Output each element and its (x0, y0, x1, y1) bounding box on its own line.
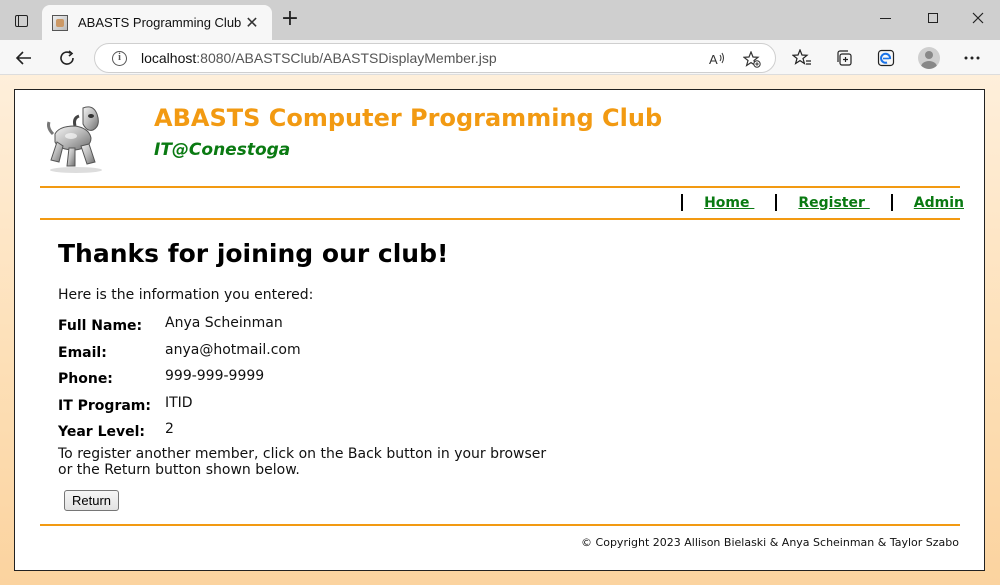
field-label: Phone: (58, 371, 113, 387)
field-full-name: Full Name: Anya Scheinman (58, 311, 578, 338)
maximize-icon (928, 13, 938, 23)
back-arrow-icon (15, 51, 31, 65)
refresh-icon (60, 50, 74, 65)
footer-divider (40, 524, 960, 526)
field-value: 2 (165, 421, 174, 437)
profile-avatar[interactable] (918, 47, 940, 69)
read-aloud-icon[interactable]: A (709, 51, 727, 70)
page-heading: Thanks for joining our club! (58, 239, 449, 268)
field-value: ITID (165, 394, 193, 411)
url-host: localhost (141, 50, 197, 66)
field-label: IT Program: (58, 397, 151, 414)
header-divider-top (40, 186, 960, 188)
edge-icon (877, 49, 895, 67)
svg-text:A: A (709, 52, 718, 67)
nav-separator (890, 194, 893, 211)
browser-tab[interactable]: ABASTS Programming Club ✕ (42, 5, 272, 40)
site-info-icon[interactable]: i (112, 50, 127, 66)
field-label: Full Name: (58, 318, 143, 334)
field-it-program: IT Program: ITID (58, 391, 578, 418)
back-button[interactable] (10, 44, 38, 72)
close-icon (972, 12, 984, 24)
minimize-button[interactable] (862, 0, 908, 36)
nav-separator (681, 194, 684, 211)
maximize-button[interactable] (910, 0, 956, 36)
field-value: 999-999-9999 (165, 368, 265, 384)
field-email: Email: anya@hotmail.com (58, 338, 578, 365)
browser-toolbar: i localhost:8080/ABASTSClub/ABASTSDispla… (0, 40, 1000, 75)
favicon-icon (52, 14, 68, 31)
more-icon (964, 56, 980, 60)
field-year-level: Year Level: 2 (58, 417, 578, 444)
club-title: ABASTS Computer Programming Club (154, 104, 663, 132)
collections-icon (837, 50, 852, 66)
instruction-text: To register another member, click on the… (58, 445, 547, 478)
new-tab-button[interactable]: + (278, 8, 302, 32)
nav-separator (775, 194, 778, 211)
field-label: Email: (58, 344, 107, 361)
main-nav: Home Register Admin (681, 194, 964, 211)
collections-button[interactable] (830, 44, 858, 72)
favorites-button[interactable] (788, 44, 816, 72)
address-bar[interactable]: i localhost:8080/ABASTSClub/ABASTSDispla… (94, 43, 776, 73)
robot-dog-logo (45, 104, 107, 174)
field-value: anya@hotmail.com (165, 341, 301, 358)
return-button[interactable]: Return (64, 489, 120, 511)
field-phone: Phone: 999-999-9999 (58, 364, 578, 391)
tab-title: ABASTS Programming Club (78, 15, 242, 30)
field-label: Year Level: (58, 424, 146, 440)
more-options-button[interactable] (958, 44, 986, 72)
favorites-icon (792, 49, 811, 65)
refresh-button[interactable] (53, 44, 81, 72)
browser-essentials-button[interactable] (872, 44, 900, 72)
main-content: Thanks for joining our club! Here is the… (58, 239, 578, 511)
member-info: Full Name: Anya Scheinman Email: anya@ho… (58, 311, 578, 444)
copyright-text: © Copyright 2023 Allison Bielaski & Anya… (581, 536, 959, 549)
header-divider-bottom (40, 218, 960, 220)
tab-close-icon[interactable]: ✕ (242, 13, 262, 33)
field-value: Anya Scheinman (165, 315, 283, 331)
nav-link-home[interactable]: Home (704, 195, 754, 211)
intro-text: Here is the information you entered: (58, 287, 314, 303)
add-favorite-icon[interactable] (742, 50, 761, 71)
url-path: :8080/ABASTSClub/ABASTSDisplayMember.jsp (196, 50, 497, 66)
nav-link-admin[interactable]: Admin (914, 195, 964, 211)
close-window-button[interactable] (955, 0, 1000, 36)
page-container: ABASTS Computer Programming Club IT@Cone… (14, 89, 985, 571)
nav-link-register[interactable]: Register (798, 195, 869, 211)
club-subtitle: IT@Conestoga (154, 140, 291, 160)
tab-actions-icon[interactable] (8, 8, 34, 34)
tab-strip: ABASTS Programming Club ✕ + (0, 0, 1000, 40)
minimize-icon (879, 17, 891, 19)
